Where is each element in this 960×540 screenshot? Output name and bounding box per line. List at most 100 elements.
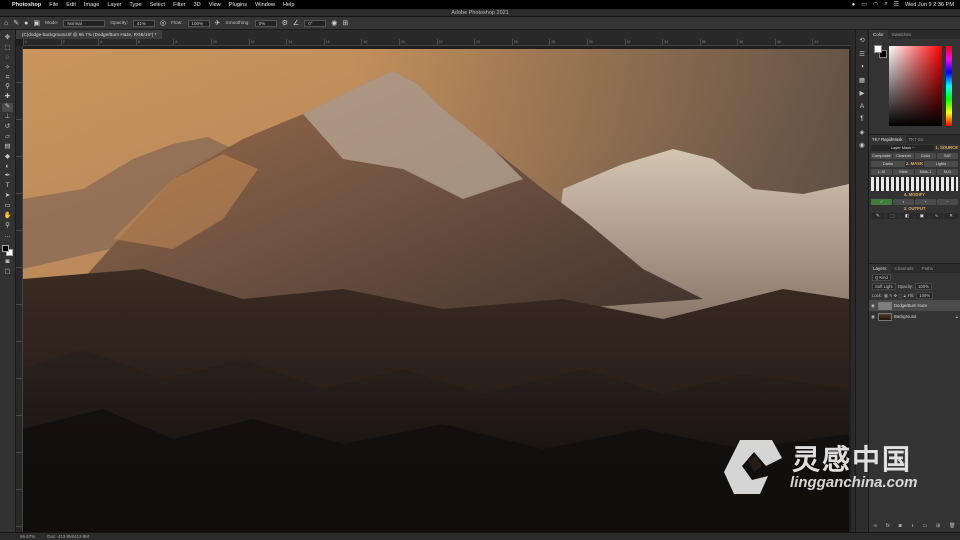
symmetry-icon[interactable]: ⊞ <box>342 19 348 27</box>
history-panel-icon[interactable]: ⟲ <box>857 36 867 44</box>
tk-go-plugin-icon[interactable]: ◉ <box>857 141 867 149</box>
layer-kind-filter[interactable]: Q Kind <box>872 274 891 281</box>
layer-name[interactable]: Background <box>894 314 916 319</box>
pressure-opacity-icon[interactable]: ◎ <box>160 19 166 27</box>
healing-tool-icon[interactable]: ✚ <box>2 93 13 102</box>
character-panel-icon[interactable]: A <box>857 103 867 110</box>
menu-image[interactable]: Image <box>84 2 100 8</box>
libraries-panel-icon[interactable]: ▦ <box>857 76 867 84</box>
mode-select[interactable]: Normal <box>63 19 106 27</box>
horizontal-ruler[interactable]: 0 2 4 6 8 10 12 14 16 18 20 22 24 26 28 … <box>23 39 851 46</box>
flow-input[interactable]: 100% <box>187 19 210 27</box>
hue-slider[interactable] <box>946 46 952 126</box>
blur-tool-icon[interactable]: ◆ <box>2 153 13 162</box>
zone-mids-button[interactable]: Mids <box>893 169 914 175</box>
foreground-color-swatch[interactable] <box>1 244 9 252</box>
marquee-tool-icon[interactable]: ⬚ <box>2 44 13 53</box>
panel-foreground-swatch[interactable] <box>874 45 882 53</box>
zoom-tool-icon[interactable]: ⚲ <box>2 222 13 231</box>
control-center-icon[interactable]: ☰ <box>894 1 899 8</box>
angle-input[interactable]: 0° <box>304 19 327 27</box>
rectangle-tool-icon[interactable]: ▭ <box>2 202 13 211</box>
visibility-eye-icon[interactable]: ◉ <box>871 314 876 320</box>
layer-lock-icon[interactable]: 🔒︎ <box>956 314 958 319</box>
tab-layers[interactable]: Layers <box>869 264 891 273</box>
airbrush-icon[interactable]: ✈ <box>215 19 221 27</box>
brush-settings-icon[interactable]: ▣ <box>33 19 40 27</box>
darks-button[interactable]: Darks <box>871 161 905 167</box>
menubar-clock[interactable]: Wed Jun 9 2:36 PM <box>905 2 954 8</box>
eyedropper-tool-icon[interactable]: ⚲ <box>2 83 13 92</box>
home-icon[interactable]: ⌂ <box>4 20 8 27</box>
menu-type[interactable]: Type <box>129 2 141 8</box>
new-group-icon[interactable]: ▭ <box>922 523 927 529</box>
doc-size[interactable]: Doc: 413.9M/413.9M <box>47 533 89 540</box>
menu-file[interactable]: File <box>49 2 58 8</box>
tab-tk7-go[interactable]: TK7 Go <box>906 135 927 144</box>
layer-mask-select[interactable]: Layer Mask ~ <box>871 145 935 151</box>
layer-style-icon[interactable]: fx <box>886 523 890 529</box>
modify-feather-button[interactable]: ◐ <box>893 199 914 205</box>
angle-icon[interactable]: ∠ <box>293 19 299 27</box>
channel-button[interactable]: Channel <box>893 153 914 159</box>
menu-plugins[interactable]: Plugins <box>229 2 247 8</box>
layer-row[interactable]: ◉ Background 🔒︎ <box>869 311 960 322</box>
menu-edit[interactable]: Edit <box>66 2 76 8</box>
layer-row[interactable]: ◉ Dodge/Burn Haze <box>869 300 960 311</box>
tab-color[interactable]: Color <box>869 30 888 39</box>
output-brush-icon[interactable]: ✎ <box>871 213 885 219</box>
lock-icons[interactable]: ▦ ✎ ✥ ⬚ 🔒︎ <box>884 293 906 298</box>
layer-fill-input[interactable]: 100% <box>916 292 934 299</box>
document-tab[interactable]: (C)dodge-background.tif @ 66.7% (Dodge/B… <box>16 30 163 39</box>
layer-name[interactable]: Dodge/Burn Haze <box>894 303 927 308</box>
path-selection-tool-icon[interactable]: ➤ <box>2 192 13 201</box>
composite-button[interactable]: Composite <box>871 153 892 159</box>
dodge-tool-icon[interactable]: ◐ <box>2 163 13 172</box>
modify-contract-button[interactable]: − <box>937 199 958 205</box>
output-selection-icon[interactable]: ⬚ <box>885 213 900 219</box>
menu-layer[interactable]: Layer <box>107 2 121 8</box>
menu-help[interactable]: Help <box>283 2 295 8</box>
zone-lm-button[interactable]: L-M <box>871 169 892 175</box>
sat-button[interactable]: SAT <box>937 153 958 159</box>
brush-preset-icon[interactable]: ● <box>24 20 28 27</box>
color-picker-field[interactable] <box>889 46 942 126</box>
blend-mode-select[interactable]: Soft Light <box>872 283 896 290</box>
color-button[interactable]: Color <box>915 153 936 159</box>
new-layer-icon[interactable]: ⊞ <box>936 523 940 529</box>
smoothing-input[interactable]: 0% <box>254 19 277 27</box>
modify-expand-button[interactable]: + <box>915 199 936 205</box>
battery-icon[interactable]: ▭ <box>861 1 867 8</box>
tab-swatches[interactable]: Swatches <box>888 30 916 39</box>
hand-tool-icon[interactable]: ✋ <box>2 212 13 221</box>
crop-tool-icon[interactable]: ⌗ <box>2 74 13 83</box>
smoothing-settings-icon[interactable]: ⚙ <box>282 19 288 27</box>
color-swatches[interactable] <box>1 244 14 257</box>
clone-stamp-tool-icon[interactable]: ⊥ <box>2 113 13 122</box>
move-tool-icon[interactable]: ✥ <box>2 34 13 43</box>
adjustments-panel-icon[interactable]: ◑ <box>857 63 867 70</box>
quick-mask-icon[interactable]: ◙ <box>2 258 13 267</box>
menu-filter[interactable]: Filter <box>173 2 185 8</box>
history-brush-tool-icon[interactable]: ↺ <box>2 123 13 132</box>
zone-mids1-button[interactable]: Mids-1 <box>915 169 936 175</box>
menu-view[interactable]: View <box>209 2 221 8</box>
brush-tool-icon[interactable]: ✎ <box>2 103 13 112</box>
eraser-tool-icon[interactable]: ▱ <box>2 133 13 142</box>
menu-app-name[interactable]: Photoshop <box>12 2 41 8</box>
zone-md-button[interactable]: M-D <box>937 169 958 175</box>
modify-apply-button[interactable]: ✓ <box>871 199 892 205</box>
vertical-ruler[interactable] <box>16 46 23 532</box>
lights-button[interactable]: Lights <box>924 161 958 167</box>
layer-opacity-input[interactable]: 100% <box>915 283 932 290</box>
gradient-tool-icon[interactable]: ▤ <box>2 143 13 152</box>
menu-window[interactable]: Window <box>255 2 275 8</box>
wifi-icon[interactable]: ◠ <box>873 1 878 8</box>
add-mask-icon[interactable]: ◙ <box>899 523 902 529</box>
lasso-tool-icon[interactable]: ◌ <box>2 54 13 63</box>
output-delete-icon[interactable]: ✕ <box>944 213 959 219</box>
link-layers-icon[interactable]: ∞ <box>873 523 877 529</box>
tab-tk7-rapidmask[interactable]: TK7 RapidMask <box>869 135 906 144</box>
properties-panel-icon[interactable]: ☰ <box>857 50 867 58</box>
menu-3d[interactable]: 3D <box>194 2 201 8</box>
